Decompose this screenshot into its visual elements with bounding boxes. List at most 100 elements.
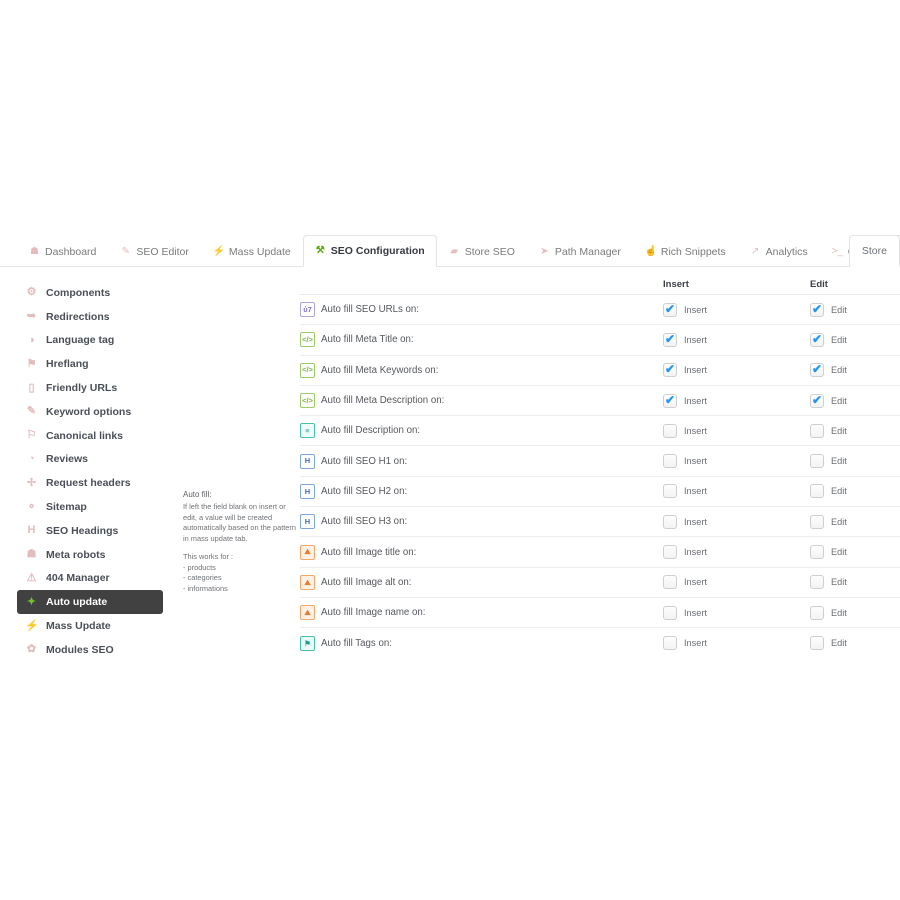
row-edit-cell: ✔ Edit [810,331,900,347]
edit-checkbox[interactable]: ✔ [810,484,824,499]
sitemap-icon: ⚬ [26,500,37,513]
insert-checkbox-label: Insert [684,516,707,527]
tab-path-manager[interactable]: ➤ Path Manager [527,235,633,267]
row-label: Auto fill SEO H3 on: [321,516,408,528]
insert-checkbox[interactable]: ✔ [663,514,677,529]
row-label-cell: </> Auto fill Meta Title on: [300,332,663,348]
row-label: Auto fill Image name on: [321,607,426,619]
edit-checkbox[interactable]: ✔ [810,331,824,347]
row-insert-cell: ✔ Insert [663,605,810,620]
insert-checkbox[interactable]: ✔ [663,423,677,438]
tab-label: Analytics [765,245,808,258]
tab-mass-update[interactable]: ⚡ Mass Update [201,235,303,267]
edit-checkbox[interactable]: ✔ [810,545,824,560]
tab-seo-configuration[interactable]: ⚒ SEO Configuration [302,235,437,267]
edit-checkbox[interactable]: ✔ [810,423,824,438]
help-works-for-2: - informations [183,583,228,593]
insert-checkbox[interactable]: ✔ [663,332,677,347]
edit-checkbox[interactable]: ✔ [810,605,824,620]
sidebar-item-hreflang[interactable]: ⚑ Hreflang [17,352,163,376]
table-body: ὑ7 Auto fill SEO URLs on: ✔ Insert ✔ Edit </> A… [300,295,900,659]
edit-checkbox[interactable]: ✔ [810,636,824,651]
edit-checkbox-label: Edit [831,304,847,315]
sidebar-item-modules-seo[interactable]: ✿ Modules SEO [17,638,163,662]
edit-checkbox[interactable]: ✔ [810,302,824,317]
main-tab-bar: ☗ Dashboard ✎ SEO Editor ⚡ Mass Update ⚒ SEO Co… [0,232,900,267]
table-row: </> Auto fill Meta Keywords on: ✔ Insert ✔ Ed… [300,356,900,386]
insert-checkbox[interactable]: ✔ [663,363,677,378]
help-works-for-0: - products [183,562,216,572]
insert-checkbox-label: Insert [684,638,707,649]
sidebar-item-sitemap[interactable]: ⚬ Sitemap [17,495,163,519]
code-icon: </> [300,332,315,348]
edit-checkbox-label: Edit [831,456,847,467]
tab-rich-snippets[interactable]: ☝ Rich Snippets [633,235,738,267]
sidebar-item-mass-update[interactable]: ⚡ Mass Update [17,614,163,638]
row-label-cell: ⛰ Auto fill Image name on: [300,605,663,621]
insert-checkbox[interactable]: ✔ [663,454,677,469]
row-label: Auto fill Meta Description on: [321,395,445,407]
edit-checkbox[interactable]: ✔ [810,575,824,590]
paper-plane-icon: ➤ [540,245,549,257]
row-label-cell: </> Auto fill Meta Keywords on: [300,362,663,378]
sidebar-item-label: 404 Manager [46,572,110,585]
header-insert: Insert [663,279,689,290]
insert-checkbox[interactable]: ✔ [663,545,677,560]
check-icon: ✔ [811,392,823,407]
text-lines-icon: ≡ [300,423,315,439]
image-icon: ⛰ [300,574,315,590]
edit-checkbox-label: Edit [831,547,847,558]
insert-checkbox-label: Insert [684,365,707,376]
comment-icon: ◔ [28,452,35,465]
insert-checkbox-label: Insert [684,395,707,406]
row-label: Auto fill Meta Keywords on: [321,364,439,376]
header-edit: Edit [810,279,828,290]
table-row: ≡ Auto fill Description on: ✔ Insert ✔ Edit [300,416,900,447]
tab-dashboard[interactable]: ☗ Dashboard [17,235,108,267]
insert-checkbox[interactable]: ✔ [663,302,677,317]
sidebar-item-label: Language tag [46,334,115,347]
sidebar-item-language-tag[interactable]: ◑ Language tag [17,329,163,353]
tab-store[interactable]: Store [848,235,900,267]
sidebar-item-label: Reviews [46,453,89,466]
sidebar-item-reviews[interactable]: ◔ Reviews [17,448,163,472]
panel-body: ⚙ Components ➥ Redirections ◑ Language tag ⚑ Hr… [0,267,900,677]
edit-checkbox[interactable]: ✔ [810,514,824,529]
sidebar-item-components[interactable]: ⚙ Components [17,281,163,305]
sidebar-item-request-headers[interactable]: ✢ Request headers [17,471,163,495]
sidebar-item-friendly-urls[interactable]: ▯ Friendly URLs [17,376,163,400]
table-header-row: Insert Edit [300,267,900,295]
sidebar-item-redirections[interactable]: ➥ Redirections [17,305,163,329]
sidebar-item-keyword-options[interactable]: ✎ Keyword options [17,400,163,424]
edit-checkbox[interactable]: ✔ [810,363,824,378]
edit-checkbox-label: Edit [831,516,847,527]
table-row: </> Auto fill Meta Description on: ✔ Insert… [300,386,900,417]
insert-checkbox-label: Insert [684,577,707,588]
insert-checkbox[interactable]: ✔ [663,636,677,651]
tab-seo-editor[interactable]: ✎ SEO Editor [108,235,201,267]
check-icon: ✔ [811,331,823,346]
sidebar-item-meta-robots[interactable]: ☗ Meta robots [17,543,163,567]
sidebar-item-auto-update[interactable]: ✦ Auto update [17,590,163,615]
magic-wand-icon: ✦ [26,595,37,608]
insert-checkbox[interactable]: ✔ [663,393,677,408]
sidebar-item-canonical-links[interactable]: ⚐ Canonical links [17,424,163,448]
row-edit-cell: ✔ Edit [810,575,900,590]
sidebar-item-seo-headings[interactable]: H SEO Headings [17,519,163,543]
insert-checkbox[interactable]: ✔ [663,605,677,620]
insert-checkbox[interactable]: ✔ [663,575,677,590]
tab-store-seo[interactable]: ▰ Store SEO [437,235,527,267]
edit-checkbox-label: Edit [831,486,847,497]
sidebar-item-404-manager[interactable]: ⚠ 404 Manager [17,567,163,591]
row-insert-cell: ✔ Insert [663,423,810,438]
sidebar-item-label: Hreflang [46,358,89,371]
tab-analytics[interactable]: ↗ Analytics [738,235,820,267]
edit-checkbox[interactable]: ✔ [810,454,824,469]
edit-checkbox[interactable]: ✔ [810,392,824,408]
table-row: ⛰ Auto fill Image name on: ✔ Insert ✔ Edit [300,598,900,629]
row-label-cell: H Auto fill SEO H3 on: [300,514,663,530]
edit-square-icon: ✎ [26,405,37,418]
insert-checkbox[interactable]: ✔ [663,484,677,499]
insert-checkbox-label: Insert [684,547,707,558]
row-icon-glyph: ≡ [305,426,310,436]
